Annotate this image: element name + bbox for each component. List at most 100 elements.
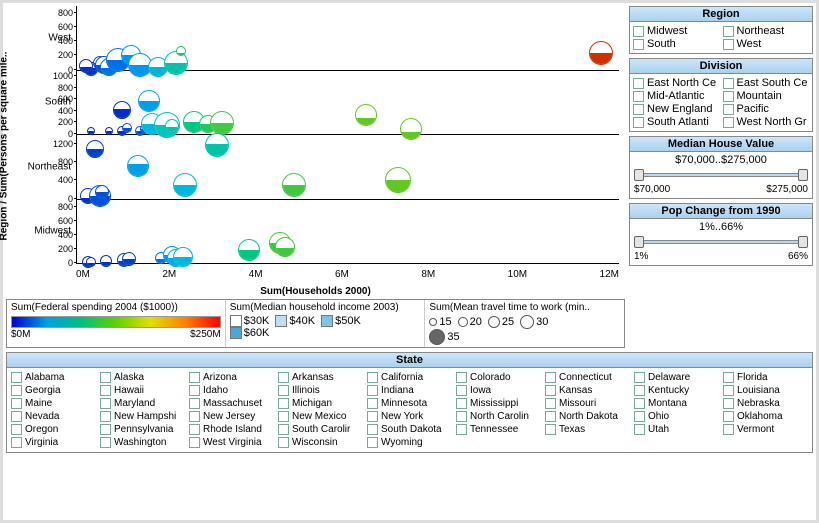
state-item[interactable]: Idaho — [189, 385, 274, 396]
checkbox-icon[interactable] — [367, 411, 378, 422]
checkbox-icon[interactable] — [367, 398, 378, 409]
state-item[interactable]: Maine — [11, 398, 96, 409]
state-item[interactable]: Alaska — [100, 372, 185, 383]
checkbox-icon[interactable] — [11, 411, 22, 422]
state-item[interactable]: Wyoming — [367, 437, 452, 448]
state-item[interactable]: Delaware — [634, 372, 719, 383]
state-item[interactable]: South Dakota — [367, 424, 452, 435]
state-item[interactable]: North Dakota — [545, 411, 630, 422]
checkbox-icon[interactable] — [633, 78, 644, 89]
state-item[interactable]: Montana — [634, 398, 719, 409]
division-item[interactable]: Mid-Atlantic — [633, 90, 720, 102]
data-point[interactable] — [173, 247, 193, 267]
state-item[interactable]: Hawaii — [100, 385, 185, 396]
checkbox-icon[interactable] — [633, 104, 644, 115]
data-point[interactable] — [113, 101, 131, 119]
checkbox-icon[interactable] — [189, 398, 200, 409]
data-point[interactable] — [86, 140, 104, 158]
data-point[interactable] — [122, 252, 136, 266]
data-point[interactable] — [210, 111, 234, 135]
checkbox-icon[interactable] — [278, 411, 289, 422]
state-item[interactable]: Ohio — [634, 411, 719, 422]
checkbox-icon[interactable] — [367, 424, 378, 435]
state-item[interactable]: Connecticut — [545, 372, 630, 383]
state-item[interactable]: Vermont — [723, 424, 808, 435]
checkbox-icon[interactable] — [367, 385, 378, 396]
state-item[interactable]: Arizona — [189, 372, 274, 383]
state-item[interactable]: Colorado — [456, 372, 541, 383]
checkbox-icon[interactable] — [723, 385, 734, 396]
checkbox-icon[interactable] — [723, 117, 734, 128]
checkbox-icon[interactable] — [723, 398, 734, 409]
checkbox-icon[interactable] — [723, 372, 734, 383]
checkbox-icon[interactable] — [456, 398, 467, 409]
state-item[interactable]: Illinois — [278, 385, 363, 396]
data-point[interactable] — [205, 133, 229, 157]
checkbox-icon[interactable] — [545, 398, 556, 409]
state-item[interactable]: Michigan — [278, 398, 363, 409]
state-item[interactable]: Minnesota — [367, 398, 452, 409]
checkbox-icon[interactable] — [100, 437, 111, 448]
checkbox-icon[interactable] — [723, 411, 734, 422]
state-item[interactable]: Washington — [100, 437, 185, 448]
region-item[interactable]: Midwest — [633, 25, 720, 37]
state-item[interactable]: Oregon — [11, 424, 96, 435]
state-item[interactable]: Arkansas — [278, 372, 363, 383]
checkbox-icon[interactable] — [11, 385, 22, 396]
checkbox-icon[interactable] — [367, 372, 378, 383]
checkbox-icon[interactable] — [100, 372, 111, 383]
data-point[interactable] — [589, 41, 613, 65]
checkbox-icon[interactable] — [545, 385, 556, 396]
data-point[interactable] — [127, 155, 149, 177]
region-item[interactable]: South — [633, 38, 720, 50]
checkbox-icon[interactable] — [456, 372, 467, 383]
checkbox-icon[interactable] — [189, 372, 200, 383]
data-point[interactable] — [105, 127, 113, 135]
division-item[interactable]: East North Ce — [633, 77, 720, 89]
checkbox-icon[interactable] — [634, 385, 645, 396]
state-item[interactable]: Virginia — [11, 437, 96, 448]
checkbox-icon[interactable] — [723, 39, 734, 50]
data-point[interactable] — [385, 167, 411, 193]
data-point[interactable] — [176, 46, 186, 56]
state-item[interactable]: New Jersey — [189, 411, 274, 422]
checkbox-icon[interactable] — [189, 411, 200, 422]
data-point[interactable] — [95, 185, 109, 199]
checkbox-icon[interactable] — [11, 372, 22, 383]
state-item[interactable]: Pennsylvania — [100, 424, 185, 435]
state-item[interactable]: California — [367, 372, 452, 383]
division-item[interactable]: Mountain — [723, 90, 810, 102]
checkbox-icon[interactable] — [11, 424, 22, 435]
checkbox-icon[interactable] — [278, 385, 289, 396]
checkbox-icon[interactable] — [189, 385, 200, 396]
state-item[interactable]: Oklahoma — [723, 411, 808, 422]
state-item[interactable]: North Carolin — [456, 411, 541, 422]
checkbox-icon[interactable] — [189, 437, 200, 448]
pop-slider[interactable] — [636, 235, 806, 249]
checkbox-icon[interactable] — [545, 372, 556, 383]
division-item[interactable]: Pacific — [723, 103, 810, 115]
state-item[interactable]: Missouri — [545, 398, 630, 409]
checkbox-icon[interactable] — [100, 424, 111, 435]
state-item[interactable]: Nebraska — [723, 398, 808, 409]
checkbox-icon[interactable] — [278, 398, 289, 409]
checkbox-icon[interactable] — [723, 91, 734, 102]
state-item[interactable]: Alabama — [11, 372, 96, 383]
checkbox-icon[interactable] — [100, 411, 111, 422]
data-point[interactable] — [355, 104, 377, 126]
data-point[interactable] — [138, 90, 160, 112]
state-item[interactable]: Rhode Island — [189, 424, 274, 435]
checkbox-icon[interactable] — [633, 26, 644, 37]
state-item[interactable]: Mississippi — [456, 398, 541, 409]
state-item[interactable]: Texas — [545, 424, 630, 435]
checkbox-icon[interactable] — [456, 385, 467, 396]
region-item[interactable]: West — [723, 38, 810, 50]
state-item[interactable]: Tennessee — [456, 424, 541, 435]
scatter-plot[interactable]: Region / Sum(Persons per square mile.. W… — [6, 6, 625, 286]
state-item[interactable]: Iowa — [456, 385, 541, 396]
state-item[interactable]: Nevada — [11, 411, 96, 422]
data-point[interactable] — [86, 257, 96, 267]
state-item[interactable]: Maryland — [100, 398, 185, 409]
checkbox-icon[interactable] — [100, 385, 111, 396]
data-point[interactable] — [165, 119, 179, 133]
